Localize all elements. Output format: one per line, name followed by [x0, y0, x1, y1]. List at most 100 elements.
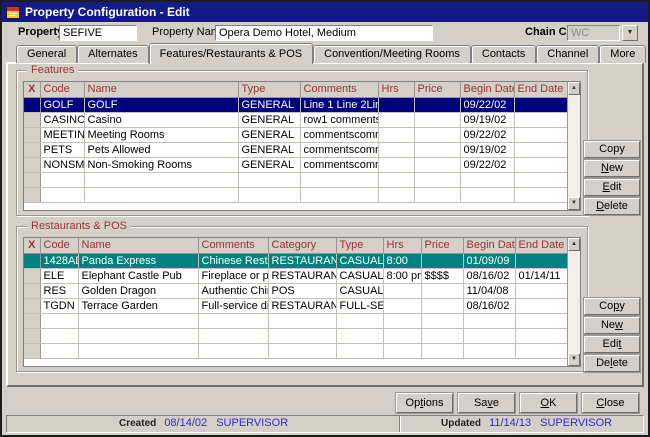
cell: 09/22/02	[460, 97, 514, 112]
cell: Elephant Castle Pub	[78, 268, 198, 283]
cell	[24, 187, 40, 202]
cell	[84, 172, 238, 187]
table-row[interactable]: PETSPets AllowedGENERALcommentscomme09/1…	[24, 142, 568, 157]
scrollbar-up-arrow-icon[interactable]: ▲	[568, 238, 580, 251]
cell	[514, 97, 568, 112]
cell: PETS	[40, 142, 84, 157]
new-button[interactable]: New	[584, 160, 640, 177]
cell	[24, 172, 40, 187]
cell: row1 comments o	[300, 112, 378, 127]
tab-more[interactable]: More	[599, 45, 646, 63]
cell	[24, 127, 40, 142]
cell	[24, 298, 40, 313]
scrollbar-down-arrow-icon[interactable]: ▼	[568, 353, 580, 366]
title-bar: Property Configuration - Edit	[2, 2, 648, 22]
restaurants-group-title: Restaurants & POS	[27, 220, 131, 232]
table-row[interactable]: TGDNTerrace GardenFull-service dininREST…	[24, 298, 568, 313]
cell	[24, 283, 40, 298]
cell	[40, 343, 78, 358]
chain-code-input	[567, 25, 620, 41]
empty-row[interactable]	[24, 328, 568, 343]
save-button[interactable]: Save	[458, 393, 515, 413]
cell	[238, 187, 300, 202]
tab-contacts[interactable]: Contacts	[471, 45, 536, 63]
cell: 08/16/02	[463, 298, 515, 313]
ok-button[interactable]: OK	[520, 393, 577, 413]
options-button[interactable]: Options	[396, 393, 453, 413]
property-label: Property	[18, 26, 63, 38]
cell: 01/09/09	[463, 253, 515, 268]
table-row[interactable]: GOLFGOLFGENERALLine 1 Line 2Line09/22/02	[24, 97, 568, 112]
tab-alternates[interactable]: Alternates	[77, 45, 149, 63]
cell: CASUAL	[336, 283, 383, 298]
updated-label: Updated	[441, 418, 481, 429]
cell	[514, 157, 568, 172]
cell	[383, 313, 421, 328]
empty-row[interactable]	[24, 343, 568, 358]
column-header-comments: Comments	[300, 82, 378, 97]
cell: GENERAL	[238, 142, 300, 157]
cell	[515, 313, 568, 328]
cell	[414, 127, 460, 142]
cell	[24, 268, 40, 283]
property-input[interactable]	[59, 25, 137, 41]
table-row[interactable]: ELEElephant Castle PubFireplace or patRE…	[24, 268, 568, 283]
cell	[515, 283, 568, 298]
new-button[interactable]: New	[584, 317, 640, 334]
tab-features-restaurants-pos[interactable]: Features/Restaurants & POS	[149, 43, 313, 64]
cell	[300, 187, 378, 202]
cell	[378, 112, 414, 127]
status-divider	[399, 416, 401, 432]
table-row[interactable]: RESGolden DragonAuthentic ChinesPOSCASUA…	[24, 283, 568, 298]
cell	[78, 313, 198, 328]
table-row[interactable]: NONSMKNon-Smoking RoomsGENERALcommentsco…	[24, 157, 568, 172]
cell	[198, 313, 268, 328]
edit-button[interactable]: Edit	[584, 179, 640, 196]
cell	[383, 343, 421, 358]
cell: commentscomme	[300, 127, 378, 142]
cell	[514, 127, 568, 142]
features-button-stack: Copy New Edit Delete	[584, 141, 640, 215]
empty-row[interactable]	[24, 172, 568, 187]
scrollbar-up-arrow-icon[interactable]: ▲	[568, 82, 580, 95]
delete-button[interactable]: Delete	[584, 355, 640, 372]
property-name-input[interactable]	[215, 25, 433, 41]
cell	[378, 187, 414, 202]
copy-button[interactable]: Copy	[584, 141, 640, 158]
cell: TGDN	[40, 298, 78, 313]
cell	[463, 343, 515, 358]
close-button[interactable]: Close	[582, 393, 639, 413]
cell: $$$$	[421, 268, 463, 283]
table-row[interactable]: 1428ADPanda ExpressChinese RestauRESTAUR…	[24, 253, 568, 268]
cell	[514, 112, 568, 127]
empty-row[interactable]	[24, 313, 568, 328]
edit-button[interactable]: Edit	[584, 336, 640, 353]
cell: Panda Express	[78, 253, 198, 268]
cell	[378, 142, 414, 157]
tab-general[interactable]: General	[16, 45, 77, 63]
restaurants-scrollbar[interactable]: ▲ ▼	[567, 238, 580, 366]
table-row[interactable]: MEETINGMeeting RoomsGENERALcommentscomme…	[24, 127, 568, 142]
cell	[515, 343, 568, 358]
scrollbar-down-arrow-icon[interactable]: ▼	[568, 197, 580, 210]
cell: commentscomme	[300, 157, 378, 172]
dialog-body: Property Configuration - Edit Property P…	[2, 2, 648, 435]
cell: 1428AD	[40, 253, 78, 268]
features-scrollbar[interactable]: ▲ ▼	[567, 82, 580, 210]
features-group-title: Features	[27, 64, 78, 76]
delete-button[interactable]: Delete	[584, 198, 640, 215]
table-row[interactable]: CASINOCasinoGENERALrow1 comments o09/19/…	[24, 112, 568, 127]
cell: Meeting Rooms	[84, 127, 238, 142]
copy-button[interactable]: Copy	[584, 298, 640, 315]
tab-convention-meeting-rooms[interactable]: Convention/Meeting Rooms	[313, 45, 471, 63]
empty-row[interactable]	[24, 187, 568, 202]
cell: MEETING	[40, 127, 84, 142]
cell: Chinese Restau	[198, 253, 268, 268]
cell	[463, 313, 515, 328]
status-bar: Created 08/14/02 SUPERVISOR Updated 11/1…	[6, 415, 644, 433]
chain-code-dropdown-arrow-icon[interactable]: ▼	[622, 25, 638, 41]
tab-channel[interactable]: Channel	[536, 45, 599, 63]
cell	[514, 187, 568, 202]
cell	[378, 157, 414, 172]
property-configuration-dialog: Property Configuration - Edit Property P…	[0, 0, 650, 437]
